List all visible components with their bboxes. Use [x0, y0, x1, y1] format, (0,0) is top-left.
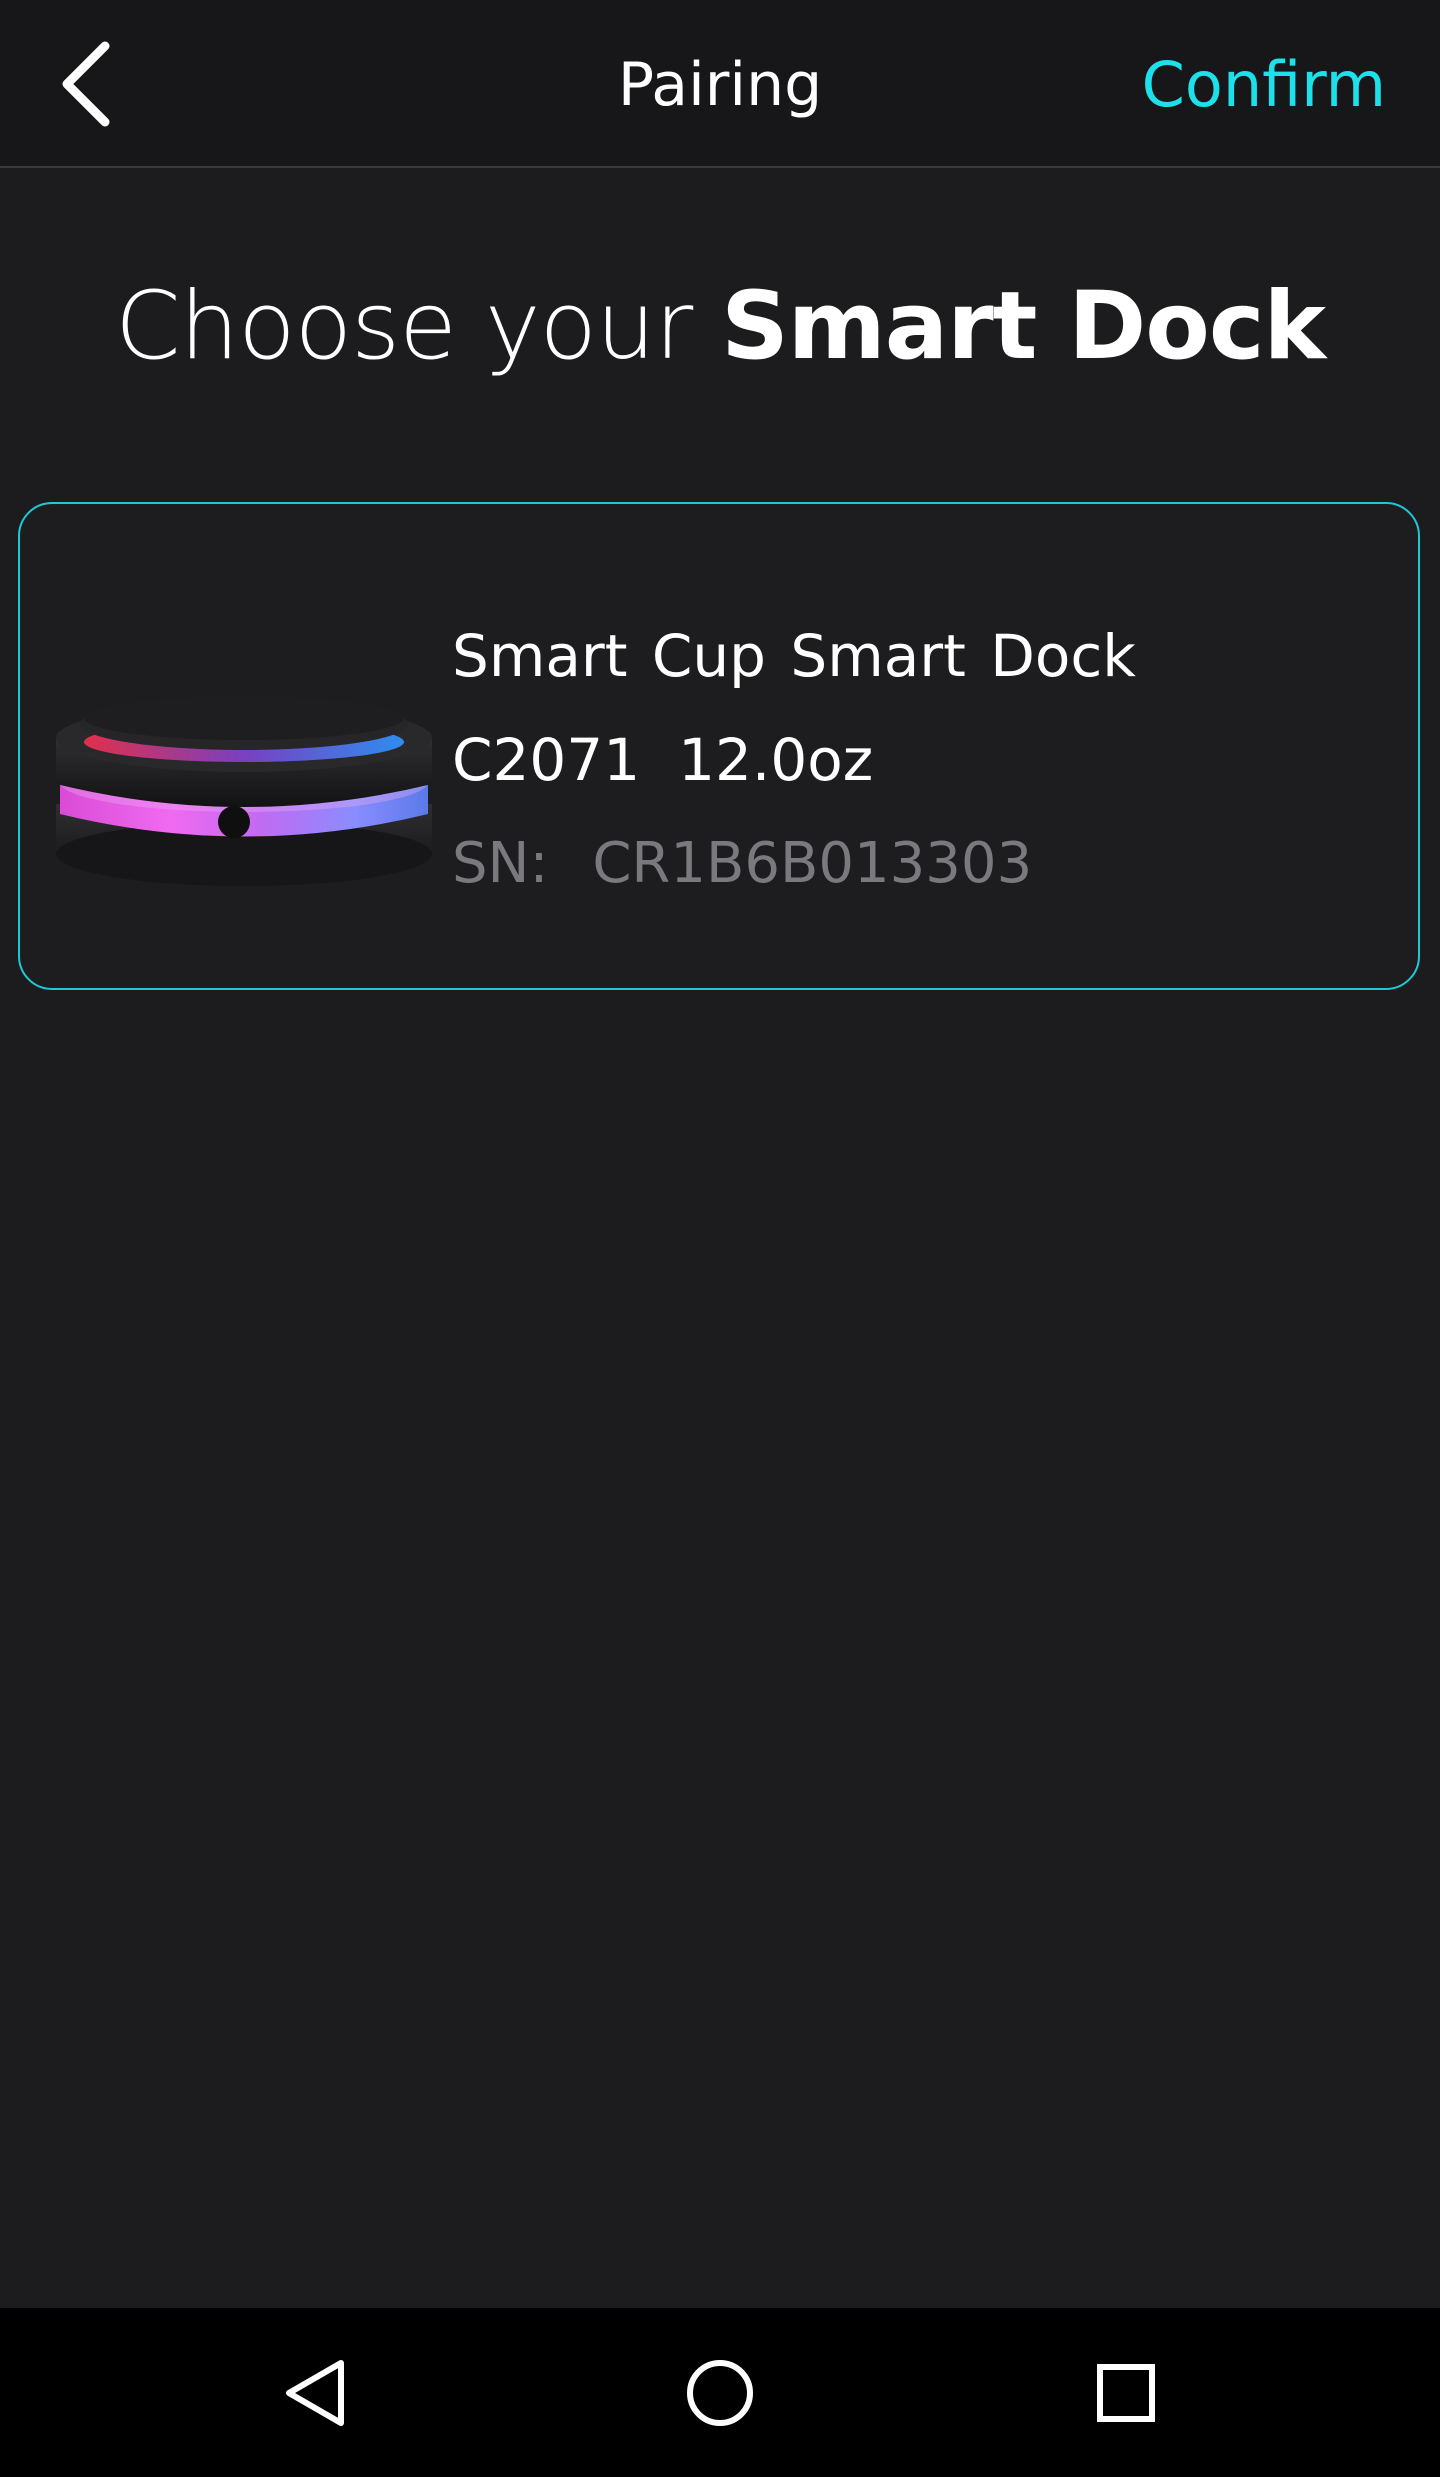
- choose-heading: Choose your Smart Dock: [0, 262, 1440, 392]
- device-info: Smart Cup Smart Dock C2071 12.0oz SN: CR1B…: [452, 604, 1136, 916]
- system-navigation-bar: [0, 2308, 1440, 2477]
- top-app-bar: Pairing Confirm: [0, 0, 1440, 168]
- device-model-row: C2071 12.0oz: [452, 708, 1136, 812]
- smart-dock-product-image: [56, 696, 432, 886]
- nav-back-button[interactable]: [236, 2308, 396, 2477]
- circle-home-icon: [687, 2359, 753, 2426]
- device-name: Smart Cup Smart Dock: [452, 622, 1136, 690]
- back-button[interactable]: [30, 24, 150, 144]
- serial-label: SN:: [452, 831, 549, 896]
- square-recents-icon: [1097, 2363, 1155, 2422]
- heading-emphasis: Smart Dock: [721, 272, 1326, 381]
- confirm-button[interactable]: Confirm: [1142, 0, 1386, 166]
- chevron-left-icon: [62, 41, 110, 127]
- triangle-back-icon: [286, 2359, 344, 2426]
- device-capacity: 12.0oz: [678, 726, 874, 794]
- device-serial-row: SN: CR1B6B013303: [452, 812, 1136, 916]
- nav-recents-button[interactable]: [1046, 2308, 1206, 2477]
- device-card[interactable]: Smart Cup Smart Dock C2071 12.0oz SN: CR1B…: [18, 502, 1420, 990]
- pairing-screen: Pairing Confirm Choose your Smart Dock S…: [0, 0, 1440, 2477]
- serial-number: CR1B6B013303: [592, 831, 1033, 896]
- nav-home-button[interactable]: [640, 2308, 800, 2477]
- heading-prefix: Choose your: [114, 272, 722, 381]
- device-model: C2071: [452, 726, 641, 794]
